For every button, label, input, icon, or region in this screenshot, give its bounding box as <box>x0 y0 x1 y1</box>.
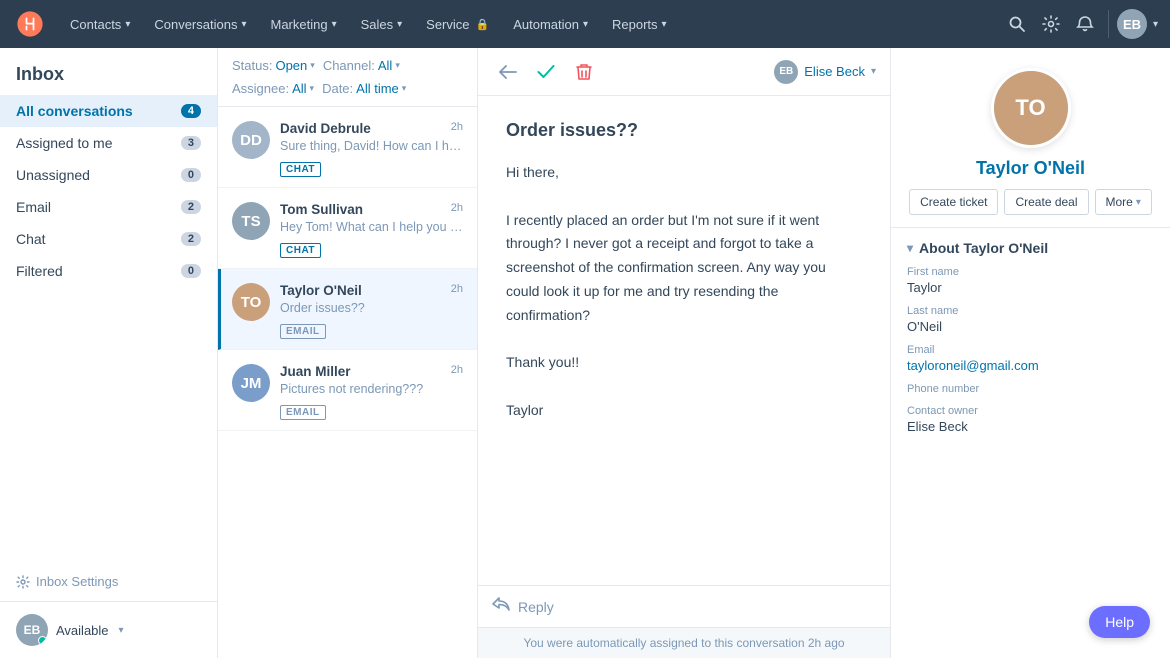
user-status-bar[interactable]: EB Available ▾ <box>0 601 217 658</box>
channel-filter-chevron: ▾ <box>395 60 400 71</box>
chevron-down-icon: ▾ <box>125 19 130 30</box>
contact-action-buttons: Create ticket Create deal More ▾ <box>909 189 1152 215</box>
contact-profile-name: Taylor O'Neil <box>976 158 1085 179</box>
conversation-item[interactable]: DD David Debrule 2h Sure thing, David! H… <box>218 107 477 188</box>
date-filter[interactable]: Date: All time ▾ <box>322 81 406 96</box>
inbox-settings-link[interactable]: Inbox Settings <box>0 566 217 601</box>
status-filter-chevron: ▾ <box>310 60 315 71</box>
status-filter[interactable]: Status: Open ▾ <box>232 58 315 73</box>
assignee-chevron-icon: ▾ <box>871 66 876 77</box>
delete-button[interactable] <box>568 56 600 88</box>
date-filter-chevron: ▾ <box>402 83 407 94</box>
conversation-item[interactable]: JM Juan Miller 2h Pictures not rendering… <box>218 350 477 431</box>
reply-bar[interactable]: Reply <box>478 585 890 627</box>
sidebar-user-avatar: EB <box>16 614 48 646</box>
sidebar-item-email[interactable]: Email 2 <box>0 191 217 223</box>
nav-service[interactable]: Service 🔒 <box>416 11 499 38</box>
nav-marketing[interactable]: Marketing ▾ <box>260 11 346 38</box>
topnav-icon-group: EB ▾ <box>1002 9 1158 39</box>
more-actions-button[interactable]: More ▾ <box>1095 189 1152 215</box>
user-avatar[interactable]: EB <box>1117 9 1147 39</box>
sidebar-navigation: All conversations 4 Assigned to me 3 Una… <box>0 95 217 331</box>
lock-icon: 🔒 <box>476 18 490 31</box>
conversation-items: DD David Debrule 2h Sure thing, David! H… <box>218 107 477 658</box>
gear-icon <box>16 575 30 589</box>
app-body: Inbox All conversations 4 Assigned to me… <box>0 48 1170 658</box>
conversation-item-active[interactable]: TO Taylor O'Neil 2h Order issues?? EMAIL <box>218 269 477 350</box>
assignee-filter[interactable]: Assignee: All ▾ <box>232 81 314 96</box>
nav-conversations[interactable]: Conversations ▾ <box>144 11 256 38</box>
about-section: ▾ About Taylor O'Neil First name Taylor … <box>891 228 1170 456</box>
reply-icon <box>492 596 510 617</box>
contact-field-phone: Phone number <box>907 383 1154 395</box>
status-dot-online <box>38 636 47 645</box>
conversation-list: Status: Open ▾ Channel: All ▾ Assignee: … <box>218 48 478 658</box>
conversation-filters: Status: Open ▾ Channel: All ▾ Assignee: … <box>218 48 477 107</box>
contact-avatar: JM <box>232 364 270 402</box>
contact-avatar: TO <box>232 283 270 321</box>
nav-reports[interactable]: Reports ▾ <box>602 11 677 38</box>
sidebar-item-unassigned[interactable]: Unassigned 0 <box>0 159 217 191</box>
nav-contacts[interactable]: Contacts ▾ <box>60 11 140 38</box>
resolve-button[interactable] <box>530 56 562 88</box>
about-section-header[interactable]: ▾ About Taylor O'Neil <box>907 240 1154 256</box>
contact-profile-avatar: TO <box>991 68 1071 148</box>
create-ticket-button[interactable]: Create ticket <box>909 189 998 215</box>
help-button[interactable]: Help <box>1089 606 1150 638</box>
nav-sales[interactable]: Sales ▾ <box>351 11 413 38</box>
contact-field-email: Email tayloroneil@gmail.com <box>907 344 1154 373</box>
chevron-down-icon: ▾ <box>397 19 402 30</box>
conversation-content: Tom Sullivan 2h Hey Tom! What can I help… <box>280 202 463 258</box>
user-menu-chevron[interactable]: ▾ <box>1153 19 1158 30</box>
auto-assign-note: You were automatically assigned to this … <box>478 627 890 658</box>
sidebar: Inbox All conversations 4 Assigned to me… <box>0 48 218 658</box>
contact-field-firstname: First name Taylor <box>907 266 1154 295</box>
conversation-content: Juan Miller 2h Pictures not rendering???… <box>280 364 463 420</box>
email-header-actions <box>492 56 600 88</box>
sidebar-item-assigned-to-me[interactable]: Assigned to me 3 <box>0 127 217 159</box>
sidebar-item-all-conversations[interactable]: All conversations 4 <box>0 95 217 127</box>
back-button[interactable] <box>492 56 524 88</box>
nav-divider <box>1108 10 1109 38</box>
assignee-selector[interactable]: EB Elise Beck ▾ <box>774 60 876 84</box>
email-main-content: EB Elise Beck ▾ Order issues?? Hi there,… <box>478 48 890 658</box>
chevron-down-icon: ▾ <box>332 19 337 30</box>
email-subject: Order issues?? <box>506 120 862 141</box>
chevron-down-icon: ▾ <box>583 19 588 30</box>
contact-avatar: DD <box>232 121 270 159</box>
inbox-title: Inbox <box>0 48 217 95</box>
channel-filter[interactable]: Channel: All ▾ <box>323 58 400 73</box>
status-chevron-icon: ▾ <box>119 625 124 636</box>
contact-avatar: TS <box>232 202 270 240</box>
notifications-button[interactable] <box>1070 9 1100 39</box>
more-chevron-icon: ▾ <box>1136 197 1141 208</box>
assignee-filter-chevron: ▾ <box>310 83 315 94</box>
conversation-content: Taylor O'Neil 2h Order issues?? EMAIL <box>280 283 463 339</box>
assignee-avatar: EB <box>774 60 798 84</box>
email-body-content: Order issues?? Hi there, I recently plac… <box>478 96 890 585</box>
contact-profile-section: TO Taylor O'Neil Create ticket Create de… <box>891 48 1170 228</box>
top-navigation: Contacts ▾ Conversations ▾ Marketing ▾ S… <box>0 0 1170 48</box>
nav-automation[interactable]: Automation ▾ <box>503 11 598 38</box>
sidebar-item-chat[interactable]: Chat 2 <box>0 223 217 255</box>
create-deal-button[interactable]: Create deal <box>1004 189 1088 215</box>
sidebar-item-filtered[interactable]: Filtered 0 <box>0 255 217 287</box>
contact-field-lastname: Last name O'Neil <box>907 305 1154 334</box>
chevron-down-icon: ▾ <box>662 19 667 30</box>
settings-button[interactable] <box>1036 9 1066 39</box>
email-header: EB Elise Beck ▾ <box>478 48 890 96</box>
section-collapse-icon: ▾ <box>907 241 913 255</box>
conversation-item[interactable]: TS Tom Sullivan 2h Hey Tom! What can I h… <box>218 188 477 269</box>
conversation-content: David Debrule 2h Sure thing, David! How … <box>280 121 463 177</box>
contact-field-owner: Contact owner Elise Beck <box>907 405 1154 434</box>
chevron-down-icon: ▾ <box>241 19 246 30</box>
contact-details-panel: TO Taylor O'Neil Create ticket Create de… <box>890 48 1170 658</box>
email-body-text: Hi there, I recently placed an order but… <box>506 161 862 423</box>
search-button[interactable] <box>1002 9 1032 39</box>
hubspot-logo[interactable] <box>12 6 48 42</box>
